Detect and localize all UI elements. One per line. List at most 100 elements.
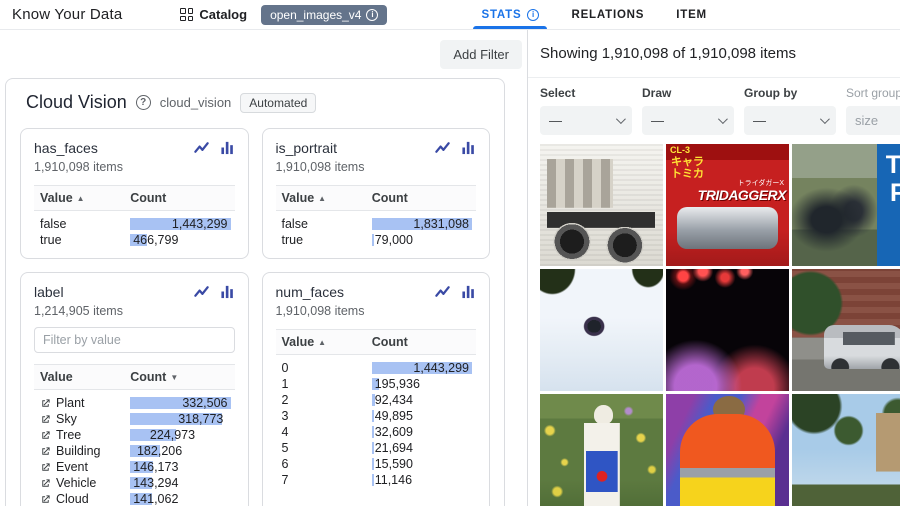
results-toolbar: Showing 1,910,098 of 1,910,098 items bbox=[528, 30, 900, 78]
table-row: Tree 224,973 bbox=[34, 427, 235, 443]
scatter-plot-icon[interactable] bbox=[435, 140, 450, 155]
section-title: Cloud Vision bbox=[26, 92, 127, 113]
stat-card-title: has_faces bbox=[34, 140, 194, 156]
grid-image-garden-scarecrow[interactable] bbox=[540, 394, 663, 506]
row-value: 7 bbox=[282, 473, 289, 487]
control-dropdown[interactable]: — bbox=[540, 106, 632, 135]
row-count: 146,173 bbox=[130, 459, 181, 475]
bar-chart-icon[interactable] bbox=[220, 284, 235, 299]
catalog-label: Catalog bbox=[199, 7, 247, 22]
row-value: Tree bbox=[56, 428, 81, 442]
row-count: 1,443,299 bbox=[372, 360, 472, 376]
tab-label: STATS bbox=[481, 9, 521, 21]
section-id: cloud_vision bbox=[160, 95, 232, 110]
row-value: Sky bbox=[56, 412, 77, 426]
open-in-new-icon[interactable] bbox=[40, 414, 51, 425]
showing-count-text: Showing 1,910,098 of 1,910,098 items bbox=[540, 45, 796, 62]
stat-card-item-count: 1,214,905 items bbox=[34, 304, 235, 318]
tab-label: ITEM bbox=[676, 9, 707, 21]
row-value: false bbox=[282, 217, 308, 231]
info-icon[interactable]: i bbox=[527, 9, 539, 21]
grid-image-snow-tubing[interactable] bbox=[540, 269, 663, 391]
bar-chart-icon[interactable] bbox=[220, 140, 235, 155]
row-value: false bbox=[40, 217, 66, 231]
table-row: 6 15,590 bbox=[276, 456, 477, 472]
stat-card-has_faces: has_faces 1,910,098 items Value▲ Count bbox=[20, 128, 249, 259]
tab-label: RELATIONS bbox=[571, 9, 644, 21]
row-count: 49,895 bbox=[372, 408, 416, 424]
open-in-new-icon[interactable] bbox=[40, 398, 51, 409]
open-in-new-icon[interactable] bbox=[40, 494, 51, 505]
scatter-plot-icon[interactable] bbox=[194, 140, 209, 155]
add-filter-button[interactable]: Add Filter bbox=[440, 40, 522, 69]
row-value: true bbox=[282, 233, 304, 247]
open-in-new-icon[interactable] bbox=[40, 478, 51, 489]
item-browser-column: Showing 1,910,098 of 1,910,098 items Sel… bbox=[527, 30, 900, 506]
dataset-chip[interactable]: open_images_v4 i bbox=[261, 5, 387, 25]
control-dropdown[interactable]: — bbox=[744, 106, 836, 135]
image-overlay-text: TO bbox=[886, 152, 900, 178]
stat-card-is_portrait: is_portrait 1,910,098 items Value▲ Count bbox=[262, 128, 491, 259]
grid-image-hi-vis-worker[interactable] bbox=[666, 394, 789, 506]
grid-image-vintage-truck-engraving[interactable] bbox=[540, 144, 663, 266]
help-icon[interactable]: ? bbox=[136, 95, 151, 110]
stat-card-num_faces: num_faces 1,910,098 items Value▲ Count bbox=[262, 272, 491, 506]
filter-by-value-input[interactable] bbox=[34, 327, 235, 353]
row-count: 466,799 bbox=[130, 232, 181, 248]
control-label: Draw bbox=[642, 86, 734, 100]
tab-relations[interactable]: RELATIONS bbox=[555, 0, 660, 29]
grid-image-cycling-race-poster[interactable]: TOFE bbox=[792, 144, 900, 266]
info-icon[interactable]: i bbox=[366, 9, 378, 21]
row-value: 0 bbox=[282, 361, 289, 375]
table-row: 3 49,895 bbox=[276, 408, 477, 424]
image-overlay-text: CL-3 bbox=[670, 146, 690, 155]
open-in-new-icon[interactable] bbox=[40, 446, 51, 457]
value-column-header[interactable]: Value▲ bbox=[276, 186, 366, 211]
grid-image-parked-silver-car[interactable] bbox=[792, 269, 900, 391]
scatter-plot-icon[interactable] bbox=[435, 284, 450, 299]
row-count: 195,936 bbox=[372, 376, 423, 392]
table-row: Event 146,173 bbox=[34, 459, 235, 475]
tab-item[interactable]: ITEM bbox=[660, 0, 723, 29]
count-column-header[interactable]: Count▼ bbox=[124, 365, 234, 390]
control-dropdown[interactable]: size bbox=[846, 106, 900, 135]
bar-chart-icon[interactable] bbox=[461, 284, 476, 299]
stat-card-title: label bbox=[34, 284, 194, 300]
value-column-header[interactable]: Value▲ bbox=[34, 186, 124, 211]
stat-cards-grid: has_faces 1,910,098 items Value▲ Count bbox=[6, 122, 504, 506]
table-row: Sky 318,773 bbox=[34, 411, 235, 427]
control-dropdown[interactable]: — bbox=[642, 106, 734, 135]
row-value: 4 bbox=[282, 425, 289, 439]
count-column-header[interactable]: Count bbox=[366, 186, 476, 211]
dropdown-value: — bbox=[549, 113, 562, 128]
grid-image-toy-car-package[interactable]: CL-3キャラ トミカトライダガーXTRIDAGGERX bbox=[666, 144, 789, 266]
image-overlay-text: キャラ トミカ bbox=[671, 157, 704, 180]
row-count: 21,694 bbox=[372, 440, 416, 456]
value-column-header[interactable]: Value bbox=[34, 365, 124, 390]
stat-card-title: num_faces bbox=[276, 284, 436, 300]
catalog-button[interactable]: Catalog bbox=[180, 7, 247, 22]
grid-image-courtyard-garden[interactable] bbox=[792, 394, 900, 506]
count-column-header[interactable]: Count bbox=[124, 186, 234, 211]
table-row: Plant 332,506 bbox=[34, 390, 235, 412]
row-count: 143,294 bbox=[130, 475, 181, 491]
row-count: 224,973 bbox=[130, 427, 198, 443]
control-select: Select — bbox=[540, 86, 632, 135]
row-count: 92,434 bbox=[372, 392, 416, 408]
tab-stats[interactable]: STATS i bbox=[465, 0, 555, 29]
row-value: Cloud bbox=[56, 492, 89, 506]
row-count: 32,609 bbox=[372, 424, 416, 440]
scatter-plot-icon[interactable] bbox=[194, 284, 209, 299]
grid-image-concert-stage[interactable] bbox=[666, 269, 789, 391]
row-value: 3 bbox=[282, 409, 289, 423]
bar-chart-icon[interactable] bbox=[461, 140, 476, 155]
table-row: false 1,831,098 bbox=[276, 211, 477, 233]
open-in-new-icon[interactable] bbox=[40, 430, 51, 441]
row-value: Event bbox=[56, 460, 88, 474]
open-in-new-icon[interactable] bbox=[40, 462, 51, 473]
row-count: 15,590 bbox=[372, 456, 416, 472]
top-app-bar: Know Your Data Catalog open_images_v4 i … bbox=[0, 0, 900, 30]
image-overlay-text: TRIDAGGERX bbox=[698, 188, 786, 203]
count-column-header[interactable]: Count bbox=[366, 330, 476, 355]
value-column-header[interactable]: Value▲ bbox=[276, 330, 366, 355]
